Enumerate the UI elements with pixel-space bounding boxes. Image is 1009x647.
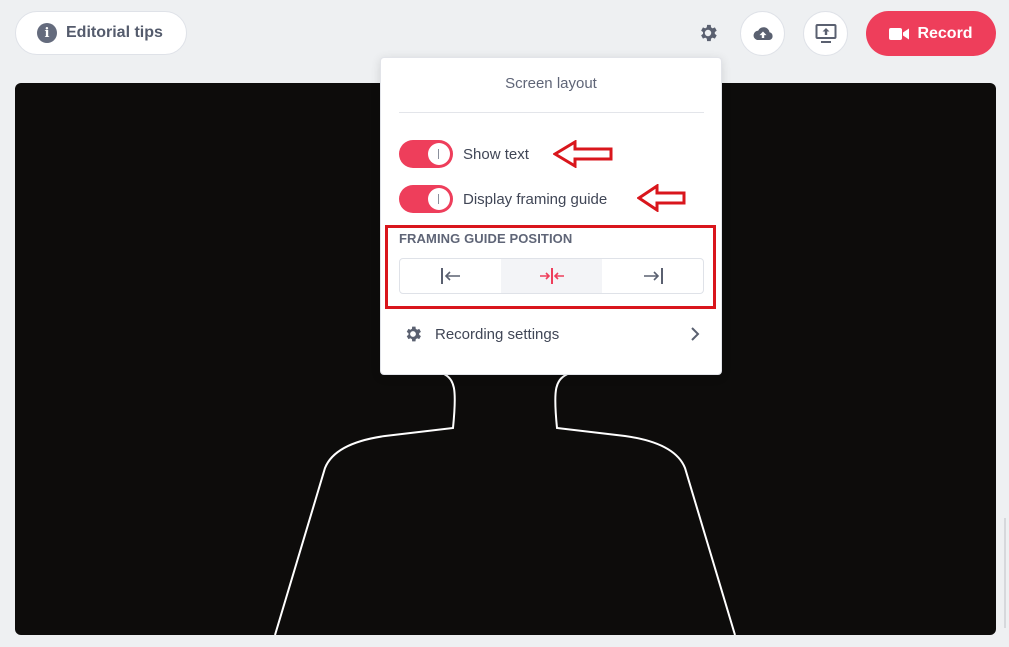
gear-icon (406, 326, 421, 342)
record-label: Record (917, 24, 973, 42)
screen-share-icon (815, 23, 836, 43)
screen-layout-popover: Screen layout Show text Display framing … (380, 57, 722, 375)
framing-position-center[interactable] (501, 259, 602, 293)
upload-button[interactable] (740, 11, 785, 56)
display-framing-guide-label: Display framing guide (463, 190, 608, 208)
show-text-toggle[interactable] (399, 140, 453, 168)
display-framing-guide-row: Display framing guide (399, 185, 607, 213)
annotation-arrow-icon (553, 140, 613, 168)
framing-guide-position-selector (399, 258, 704, 294)
video-camera-icon (889, 27, 910, 40)
recording-settings-item[interactable]: Recording settings (403, 322, 701, 346)
divider (399, 112, 704, 113)
align-right-icon (643, 268, 663, 284)
display-framing-guide-toggle[interactable] (399, 185, 453, 213)
cloud-upload-icon (753, 26, 773, 40)
popover-title: Screen layout (505, 75, 597, 92)
framing-position-left[interactable] (400, 259, 501, 293)
show-text-row: Show text (399, 140, 529, 168)
scrollbar[interactable] (1004, 518, 1006, 628)
gear-icon[interactable] (697, 22, 719, 44)
annotation-arrow-icon (637, 184, 686, 212)
align-center-icon (539, 268, 564, 284)
editorial-tips-label: Editorial tips (66, 24, 163, 41)
chevron-right-icon (691, 327, 700, 341)
info-icon: i (37, 23, 57, 43)
record-button[interactable]: Record (866, 11, 996, 56)
recording-settings-label: Recording settings (435, 325, 560, 343)
show-text-label: Show text (463, 145, 529, 163)
screen-share-button[interactable] (803, 11, 848, 56)
align-left-icon (440, 268, 460, 284)
editorial-tips-button[interactable]: i Editorial tips (15, 11, 187, 55)
framing-position-right[interactable] (602, 259, 703, 293)
framing-guide-position-label: FRAMING GUIDE POSITION (399, 231, 573, 246)
